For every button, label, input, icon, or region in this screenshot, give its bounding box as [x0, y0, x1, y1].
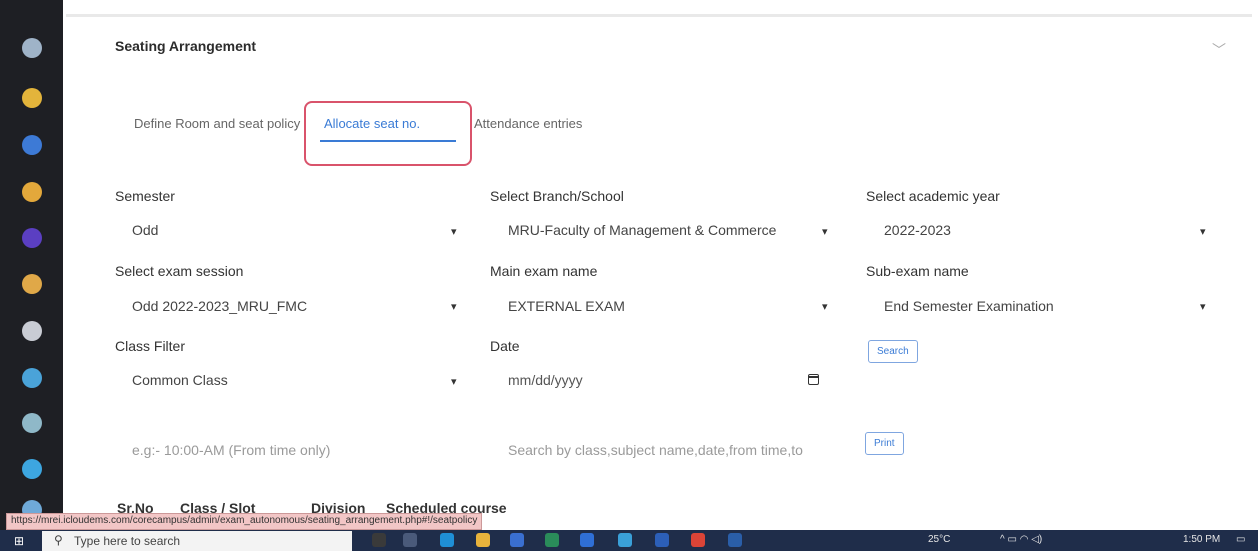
branch-label: Select Branch/School — [490, 188, 624, 204]
main-exam-select[interactable]: EXTERNAL EXAM — [508, 298, 625, 314]
document-icon[interactable] — [22, 274, 42, 294]
calendar-icon[interactable] — [808, 374, 819, 385]
edge-icon[interactable] — [440, 533, 454, 547]
chrome-icon[interactable] — [691, 533, 705, 547]
sub-exam-label: Sub-exam name — [866, 263, 969, 279]
chevron-down-icon[interactable]: ▾ — [451, 375, 457, 388]
clock[interactable]: 1:50 PM — [1183, 534, 1220, 545]
search-button[interactable]: Search — [868, 340, 918, 363]
taskbar: ⊞ ⚲ Type here to search 25°C ^ ▭ ◠ ◁) 1:… — [0, 530, 1258, 551]
tray-icons[interactable]: ^ ▭ ◠ ◁) — [1000, 534, 1042, 545]
search-icon: ⚲ — [54, 533, 63, 547]
calendar-app-icon[interactable] — [22, 459, 42, 479]
word-icon[interactable] — [655, 533, 669, 547]
app-icon[interactable] — [728, 533, 742, 547]
user-icon[interactable] — [22, 88, 42, 108]
group-icon[interactable] — [22, 368, 42, 388]
divider — [66, 14, 1252, 17]
chevron-down-icon[interactable]: ▾ — [1200, 300, 1206, 313]
store-icon[interactable] — [510, 533, 524, 547]
main-exam-label: Main exam name — [490, 263, 598, 279]
academic-year-select[interactable]: 2022-2023 — [884, 222, 951, 238]
profile-icon[interactable] — [22, 182, 42, 202]
weather-widget[interactable]: 25°C — [928, 534, 950, 545]
report-icon[interactable] — [22, 135, 42, 155]
taskbar-search-placeholder: Type here to search — [74, 534, 181, 548]
main-content: Seating Arrangement ﹀ Define Room and se… — [66, 0, 1252, 530]
date-label: Date — [490, 338, 520, 354]
teacher-icon[interactable] — [22, 413, 42, 433]
chevron-down-icon[interactable]: ▾ — [451, 225, 457, 238]
photos-icon[interactable] — [545, 533, 559, 547]
notification-icon[interactable]: ▭ — [1236, 534, 1245, 545]
chevron-down-icon[interactable]: ▾ — [822, 225, 828, 238]
avatar-icon[interactable] — [22, 38, 42, 58]
exam-session-label: Select exam session — [115, 263, 244, 279]
windows-start-icon[interactable]: ⊞ — [14, 534, 24, 548]
class-filter-label: Class Filter — [115, 338, 186, 354]
time-filter-input[interactable]: e.g:- 10:00-AM (From time only) — [132, 442, 330, 458]
exam-session-select[interactable]: Odd 2022-2023_MRU_FMC — [132, 298, 307, 314]
chevron-down-icon[interactable]: ▾ — [1200, 225, 1206, 238]
date-input[interactable]: mm/dd/yyyy — [508, 372, 583, 388]
widgets-icon[interactable] — [403, 533, 417, 547]
status-url: https://mrei.icloudems.com/corecampus/ad… — [6, 513, 483, 530]
text-search-input[interactable]: Search by class,subject name,date,from t… — [508, 442, 803, 458]
class-filter-select[interactable]: Common Class — [132, 372, 228, 388]
semester-label: Semester — [115, 188, 175, 204]
mail-icon[interactable] — [580, 533, 594, 547]
chevron-down-icon[interactable]: ▾ — [822, 300, 828, 313]
branch-select[interactable]: MRU-Faculty of Management & Commerce — [508, 222, 776, 238]
chevron-down-icon[interactable]: ﹀ — [1212, 40, 1226, 60]
highlight-annotation — [304, 101, 472, 166]
sub-exam-select[interactable]: End Semester Examination — [884, 298, 1054, 314]
task-view-icon[interactable] — [372, 533, 386, 547]
taskbar-search-input[interactable]: ⚲ Type here to search — [42, 531, 352, 551]
tab-attendance-entries[interactable]: Attendance entries — [474, 116, 582, 131]
print-button[interactable]: Print — [865, 432, 904, 455]
left-sidebar — [0, 0, 63, 530]
excel-icon[interactable] — [618, 533, 632, 547]
panel-title: Seating Arrangement — [115, 38, 257, 54]
chevron-down-icon[interactable]: ▾ — [451, 300, 457, 313]
dashboard-icon[interactable] — [22, 321, 42, 341]
tab-define-room[interactable]: Define Room and seat policy — [134, 116, 300, 131]
chat-icon[interactable] — [22, 228, 42, 248]
academic-year-label: Select academic year — [866, 188, 1000, 204]
file-explorer-icon[interactable] — [476, 533, 490, 547]
semester-select[interactable]: Odd — [132, 222, 158, 238]
